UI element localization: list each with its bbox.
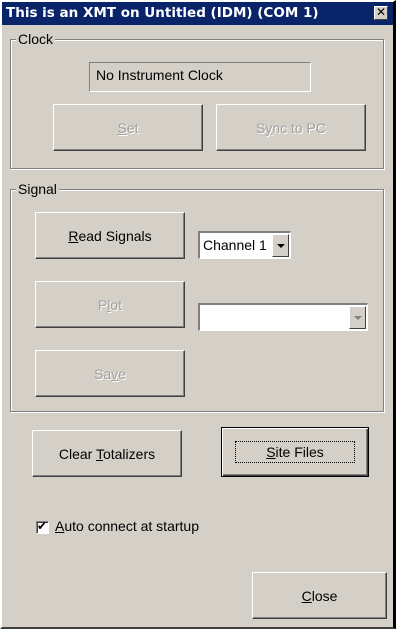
signal-group-label: Signal (16, 181, 59, 197)
site-files-button[interactable]: Site Files (221, 427, 369, 477)
channel-select[interactable]: Channel 1 (198, 231, 291, 259)
read-signals-label: Read Signals (68, 227, 152, 244)
chevron-down-icon[interactable] (349, 306, 366, 329)
close-icon[interactable]: ✕ (374, 6, 388, 20)
title-bar[interactable]: This is an XMT on Untitled (IDM) (COM 1)… (2, 2, 393, 25)
check-icon: ✔ (37, 519, 48, 533)
clear-totalizers-button[interactable]: Clear Totalizers (32, 430, 182, 477)
set-button-label: Set (117, 119, 139, 136)
clock-status-text: No Instrument Clock (96, 67, 223, 83)
auto-connect-checkbox[interactable]: ✔ (36, 519, 49, 534)
dialog-window: This is an XMT on Untitled (IDM) (COM 1)… (0, 0, 396, 629)
channel-select-value: Channel 1 (203, 237, 267, 253)
sync-button-label: Sync to PC (255, 119, 327, 136)
clock-group-label: Clock (16, 31, 56, 47)
clock-status-field: No Instrument Clock (89, 62, 311, 92)
save-button-label: Save (94, 365, 126, 382)
save-button[interactable]: Save (35, 350, 185, 397)
set-button[interactable]: Set (53, 104, 203, 151)
read-signals-button[interactable]: Read Signals (35, 212, 185, 259)
site-files-label: Site Files (235, 441, 355, 463)
plot-select[interactable] (198, 303, 368, 331)
plot-button-label: Plot (97, 296, 123, 313)
clear-totalizers-label: Clear Totalizers (58, 445, 156, 462)
chevron-down-icon[interactable] (272, 234, 289, 257)
signal-group: Signal Read Signals Channel 1 Plot Save (10, 181, 384, 412)
close-button-label: Close (301, 587, 338, 604)
window-title: This is an XMT on Untitled (IDM) (COM 1) (6, 5, 319, 21)
sync-to-pc-button[interactable]: Sync to PC (216, 104, 366, 151)
clock-group: Clock No Instrument Clock Set Sync to PC (10, 31, 384, 169)
close-button[interactable]: Close (252, 572, 387, 619)
plot-button[interactable]: Plot (35, 281, 185, 328)
auto-connect-label[interactable]: Auto connect at startup (55, 518, 199, 534)
